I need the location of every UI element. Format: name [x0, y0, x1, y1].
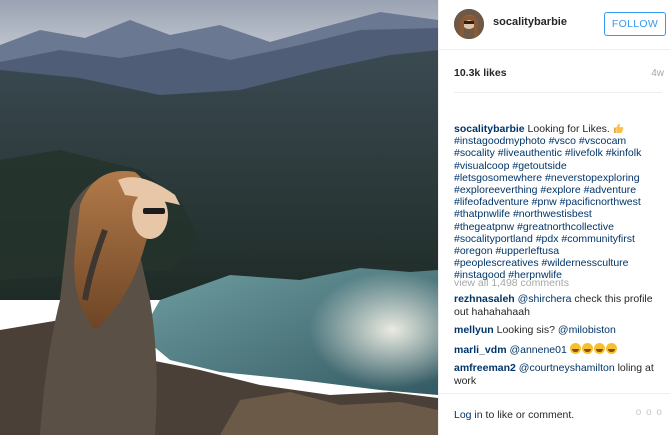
- hashtag-line[interactable]: #instagoodmyphoto #vsco #vscocam: [454, 135, 666, 147]
- follow-button[interactable]: FOLLOW: [604, 12, 666, 36]
- comment-mention[interactable]: @milobiston: [558, 324, 616, 336]
- hashtag-line[interactable]: #socalityportland #pdx #communityfirst: [454, 233, 666, 245]
- login-prompt: Log in to like or comment.: [454, 409, 574, 421]
- hashtag-line[interactable]: #thatpnwlife #northwestisbest: [454, 208, 666, 220]
- thumbs-up-icon: [613, 123, 624, 133]
- likes-row: 10.3k likes 4w: [454, 67, 664, 81]
- view-all-comments-link[interactable]: view all 1,498 comments: [454, 277, 569, 289]
- comment-text: Looking sis?: [493, 324, 558, 336]
- post-author-username[interactable]: socalitybarbie: [493, 16, 567, 28]
- hashtag-line[interactable]: #lifeofadventure #pnw #pacificnorthwest: [454, 196, 666, 208]
- post-timestamp[interactable]: 4w: [651, 68, 664, 79]
- caption-text: Looking for Likes.: [527, 123, 610, 135]
- laughing-face-icon: [581, 343, 593, 354]
- post-side-panel: socalitybarbie FOLLOW 10.3k likes 4w soc…: [438, 0, 670, 435]
- likes-count[interactable]: 10.3k likes: [454, 67, 507, 79]
- avatar[interactable]: [454, 9, 484, 39]
- comment-username[interactable]: amfreeman2: [454, 362, 516, 374]
- comment: rezhnasaleh @shirchera check this profil…: [454, 293, 662, 319]
- hashtag-line[interactable]: #letsgosomewhere #neverstopexploring: [454, 172, 666, 184]
- comment-mention[interactable]: @annene01: [509, 344, 566, 356]
- caption-username[interactable]: socalitybarbie: [454, 123, 525, 135]
- comment-username[interactable]: rezhnasaleh: [454, 293, 515, 305]
- comment: amfreeman2 @courtneyshamilton loling at …: [454, 362, 662, 388]
- post-photo[interactable]: [0, 0, 438, 435]
- laughing-face-icon: [605, 343, 617, 354]
- comment-mention[interactable]: @shirchera: [518, 293, 572, 305]
- comment-username[interactable]: marli_vdm: [454, 344, 507, 356]
- divider: [454, 92, 662, 93]
- hashtag-line[interactable]: #socality #liveauthentic #livefolk #kinf…: [454, 147, 666, 159]
- post-header: socalitybarbie FOLLOW: [439, 0, 670, 50]
- comment-mention[interactable]: @courtneyshamilton: [519, 362, 615, 374]
- post-caption: socalitybarbie Looking for Likes. #insta…: [454, 123, 666, 282]
- laughing-face-icon: [569, 343, 581, 354]
- hashtag-line[interactable]: #oregon #upperleftusa: [454, 245, 666, 257]
- comment: marli_vdm @annene01: [454, 343, 662, 357]
- hashtag-line[interactable]: #peoplescreatives #wildernessculture: [454, 257, 666, 269]
- hashtag-line[interactable]: #exploreeverthing #explore #adventure: [454, 184, 666, 196]
- comment: mellyun Looking sis? @milobiston: [454, 324, 662, 337]
- comment-username[interactable]: mellyun: [454, 324, 494, 336]
- ellipsis-icon[interactable]: o o o: [636, 407, 663, 418]
- login-prompt-text: to like or comment.: [482, 409, 575, 421]
- login-link[interactable]: Log in: [454, 409, 483, 421]
- hashtag-line[interactable]: #visualcoop #getoutside: [454, 160, 666, 172]
- laughing-face-icon: [593, 343, 605, 354]
- hashtag-line[interactable]: #thegeatpnw #greatnorthcollective: [454, 221, 666, 233]
- post-footer: Log in to like or comment. o o o: [439, 393, 670, 435]
